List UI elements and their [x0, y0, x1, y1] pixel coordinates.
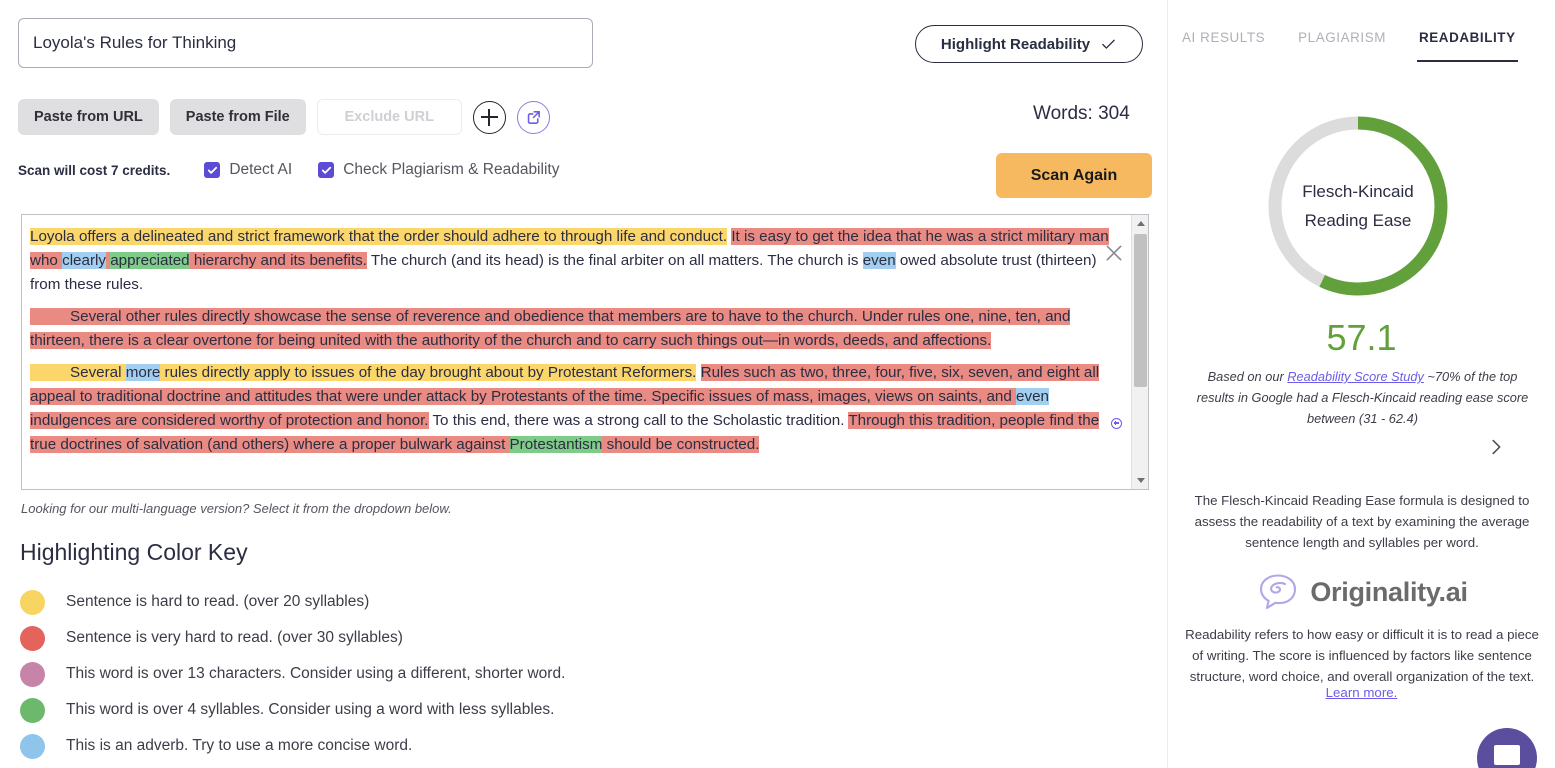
tab-plagiarism[interactable]: PLAGIARISM [1298, 30, 1386, 62]
hl-adverb-3: more [126, 364, 161, 381]
learn-more-link[interactable]: Learn more. [1168, 685, 1555, 700]
close-icon[interactable] [1104, 243, 1124, 263]
hl-long-syllable-word-2: Protestantism [510, 436, 603, 453]
originality-logo-text: Originality.ai [1310, 577, 1467, 608]
paste-from-file-button[interactable]: Paste from File [170, 99, 306, 135]
plus-circle-icon[interactable] [473, 101, 506, 134]
readability-description: Readability refers to how easy or diffic… [1182, 624, 1542, 687]
color-key-label: This is an adverb. Try to use a more con… [66, 737, 412, 755]
highlight-readability-label: Highlight Readability [941, 36, 1090, 53]
color-key-item: Sentence is hard to read. (over 20 sylla… [20, 584, 565, 620]
insert-plus-icon[interactable] [1111, 418, 1122, 429]
hl-veryhard-paragraph: Several other rules directly showcase th… [30, 308, 1070, 349]
word-count-label: Words: 304 [1033, 103, 1130, 125]
highlight-readability-button[interactable]: Highlight Readability [915, 25, 1143, 63]
source-toolbar: Paste from URL Paste from File Exclude U… [18, 99, 550, 135]
hl-adverb: clearly [62, 252, 106, 269]
color-key-label: Sentence is very hard to read. (over 30 … [66, 629, 403, 647]
color-swatch-green [20, 698, 45, 723]
chat-bubble-shape [1494, 745, 1520, 765]
color-swatch-pink [20, 662, 45, 687]
color-swatch-red [20, 626, 45, 651]
color-key-label: Sentence is hard to read. (over 20 sylla… [66, 593, 369, 611]
readability-gauge: Flesch-Kincaid Reading Ease [1263, 111, 1453, 301]
color-key-list: Sentence is hard to read. (over 20 sylla… [20, 584, 565, 764]
hl-adverb-4: even [1016, 388, 1049, 405]
text-editor[interactable]: Loyola offers a delineated and strict fr… [21, 214, 1149, 490]
gauge-center-label: Flesch-Kincaid Reading Ease [1263, 111, 1453, 301]
tab-ai-results[interactable]: AI RESULTS [1182, 30, 1265, 62]
editor-paragraph-2: Several other rules directly showcase th… [30, 305, 1119, 353]
check-plagiarism-checkbox-wrap[interactable]: Check Plagiarism & Readability [318, 161, 559, 179]
hl-veryhard-sentence-b: hierarchy and its benefits. [194, 252, 367, 269]
results-panel: AI RESULTS PLAGIARISM READABILITY Flesch… [1168, 0, 1555, 768]
editor-paragraph-3: Several more rules directly apply to iss… [30, 361, 1119, 457]
hl-adverb-2: even [863, 252, 896, 269]
check-icon [1100, 36, 1117, 53]
detect-ai-checkbox-wrap[interactable]: Detect AI [204, 161, 292, 179]
color-key-item: This word is over 4 syllables. Consider … [20, 692, 565, 728]
check-plagiarism-checkbox[interactable] [318, 162, 334, 178]
hl-veryhard-sentence-3b: indulgences are considered worthy of pro… [30, 412, 429, 429]
hl-hard-sentence-3a: Several [30, 364, 126, 381]
color-key-label: This word is over 13 characters. Conside… [66, 665, 565, 683]
editor-scrollbar[interactable] [1131, 215, 1148, 489]
color-key-label: This word is over 4 syllables. Consider … [66, 701, 554, 719]
gauge-line-1: Flesch-Kincaid [1302, 177, 1414, 206]
multilanguage-note: Looking for our multi-language version? … [21, 501, 452, 516]
color-key-item: Sentence is very hard to read. (over 30 … [20, 620, 565, 656]
export-circle-icon[interactable] [517, 101, 550, 134]
hl-long-syllable-word: appreciated [110, 252, 189, 269]
color-swatch-blue [20, 734, 45, 759]
results-tabs: AI RESULTS PLAGIARISM READABILITY [1182, 30, 1516, 62]
scroll-down-arrow-icon[interactable] [1132, 472, 1149, 489]
brain-logo-icon [1255, 572, 1301, 612]
color-key-item: This word is over 13 characters. Conside… [20, 656, 565, 692]
readability-score-study-link[interactable]: Readability Score Study [1287, 369, 1424, 384]
gauge-line-2: Reading Ease [1305, 206, 1412, 235]
hl-veryhard-sentence-4b: should be constructed. [602, 436, 759, 453]
credits-cost-label: Scan will cost 7 credits. [18, 163, 170, 178]
scrollbar-thumb[interactable] [1134, 234, 1147, 387]
originality-logo: Originality.ai [1168, 572, 1555, 612]
scan-again-button[interactable]: Scan Again [996, 153, 1152, 198]
detect-ai-checkbox[interactable] [204, 162, 220, 178]
check-plagiarism-label: Check Plagiarism & Readability [343, 161, 559, 179]
plain-text: The church (and its head) is the final a… [371, 252, 863, 269]
paste-from-url-button[interactable]: Paste from URL [18, 99, 159, 135]
color-swatch-yellow [20, 590, 45, 615]
readability-score-value: 57.1 [1168, 317, 1555, 359]
hl-hard-sentence: Loyola offers a delineated and strict fr… [30, 228, 727, 245]
color-key-heading: Highlighting Color Key [20, 539, 248, 566]
editor-content[interactable]: Loyola offers a delineated and strict fr… [22, 215, 1131, 489]
formula-description: The Flesch-Kincaid Reading Ease formula … [1192, 490, 1532, 553]
hl-hard-sentence-3b: rules directly apply to issues of the da… [160, 364, 696, 381]
document-title-input[interactable] [18, 18, 593, 68]
exclude-url-input[interactable]: Exclude URL [317, 99, 462, 135]
plain-text-3: To this end, there was a strong call to … [432, 412, 844, 429]
scroll-up-arrow-icon[interactable] [1132, 215, 1149, 232]
study-note: Based on our Readability Score Study ~70… [1190, 366, 1535, 429]
editor-paragraph-1: Loyola offers a delineated and strict fr… [30, 225, 1119, 297]
tab-readability[interactable]: READABILITY [1419, 30, 1516, 62]
study-note-pre: Based on our [1208, 369, 1288, 384]
scan-options-row: Scan will cost 7 credits. Detect AI Chec… [18, 161, 585, 179]
detect-ai-label: Detect AI [229, 161, 292, 179]
main-column: Paste from URL Paste from File Exclude U… [0, 0, 1168, 768]
readability-page: Paste from URL Paste from File Exclude U… [0, 0, 1555, 768]
color-key-item: This is an adverb. Try to use a more con… [20, 728, 565, 764]
chevron-right-icon[interactable] [1483, 434, 1509, 460]
